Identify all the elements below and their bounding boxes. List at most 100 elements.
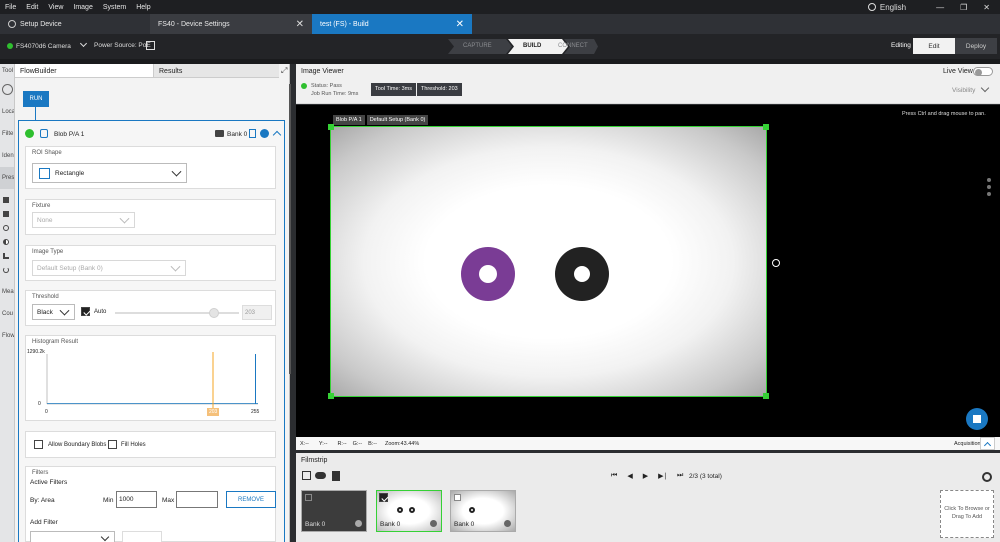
gear-icon[interactable] [982,472,992,482]
coord-g: G:-- [352,440,363,447]
roi-handle[interactable] [763,124,769,130]
close-tab-icon[interactable]: ✕ [296,19,304,30]
menu-view[interactable]: View [43,4,68,11]
palette-tools[interactable]: Tool [0,64,14,78]
threshold-value-field[interactable]: 203 [242,305,272,320]
panel-tab-results[interactable]: Results [153,64,279,78]
save-icon[interactable] [146,41,155,50]
visibility-label[interactable]: Visibility [952,87,975,94]
roi-handle[interactable] [328,393,334,399]
info-icon[interactable] [504,520,511,527]
max-input[interactable] [176,491,218,508]
live-view-toggle[interactable] [973,67,993,76]
trash-icon[interactable] [332,471,340,481]
chevron-down-icon [100,532,110,542]
threshold-slider[interactable] [115,308,239,318]
close-tab-icon[interactable]: ✕ [456,19,464,30]
document-icon[interactable] [249,129,256,138]
tab-bar: Setup Device FS40 - Device Settings ✕ te… [0,14,1000,34]
first-frame-icon[interactable]: ⏮ [611,472,617,480]
step-build[interactable]: BUILD [523,43,541,49]
acquisition-label[interactable]: Acquisition [954,441,981,447]
palette-contrast-icon[interactable] [3,239,9,245]
menu-system[interactable]: System [98,4,131,11]
save-image-icon[interactable] [302,471,311,480]
next-frame-icon[interactable]: ▶∣ [658,472,667,480]
close-icon[interactable]: ✕ [983,3,990,12]
tool-name[interactable]: Blob P/A 1 [54,131,84,138]
thumb-checkbox[interactable] [305,494,312,501]
palette-search-icon[interactable] [2,84,13,95]
image-type-dropdown[interactable]: Default Setup (Bank 0) [32,260,186,276]
play-icon[interactable]: ▶ [643,472,648,480]
threshold-mode-dropdown[interactable]: Black [32,304,75,320]
panel-tab-flowbuilder[interactable]: FlowBuilder [15,64,153,78]
palette-presence[interactable]: Pres [0,167,14,189]
slider-handle[interactable] [208,308,219,318]
step-capture[interactable]: CAPTURE [463,43,492,49]
fill-holes-checkbox[interactable] [108,440,117,449]
palette-locate[interactable]: Loca [0,101,14,123]
palette-grid-icon[interactable] [3,211,9,217]
rotate-handle-icon[interactable] [772,259,780,267]
language-selector[interactable]: English [867,3,906,12]
chevron-down-icon[interactable] [980,83,990,93]
allow-boundary-checkbox[interactable] [34,440,43,449]
tab-build[interactable]: test (FS) - Build ✕ [312,14,472,34]
menu-help[interactable]: Help [131,4,155,11]
roi-shape-dropdown[interactable]: Rectangle [32,163,187,183]
prev-frame-icon[interactable]: ◀ [627,472,632,480]
thumbnail-selected[interactable]: Bank 0 [376,490,442,532]
add-image-fab[interactable] [966,408,988,430]
chevron-up-icon[interactable] [272,130,282,140]
roi-handle[interactable] [328,124,334,130]
info-icon[interactable] [355,520,362,527]
roi-handle[interactable] [763,393,769,399]
acquisition-toggle[interactable] [980,437,995,450]
tool-time-badge: Tool Time: 3ms [371,83,416,96]
restore-icon[interactable]: ❐ [960,3,967,12]
tab-setup-device[interactable]: Setup Device [0,14,150,34]
panel-scrollbar[interactable] [289,84,291,374]
upload-cloud-icon[interactable] [315,472,326,479]
last-frame-icon[interactable]: ⏭ [677,472,683,480]
palette-settings-icon[interactable] [3,225,9,231]
delete-circle-icon[interactable] [260,129,269,138]
edit-button[interactable]: Edit [913,38,955,54]
roi-rectangle[interactable] [328,124,769,399]
minimize-icon[interactable]: — [936,3,944,12]
allow-boundary-label: Allow Boundary Blobs [48,442,107,448]
camera-selector[interactable]: FS4070d6 Camera [16,39,87,50]
min-input[interactable]: 1000 [116,491,157,508]
blob-options-section: Allow Boundary Blobs Fill Holes [25,431,276,458]
run-button[interactable]: RUN [23,91,49,107]
add-image-dropzone[interactable]: Click To Browse or Drag To Add [940,490,994,538]
image-canvas[interactable]: Press Ctrl and drag mouse to pan. Blob P… [296,105,1000,437]
auto-checkbox[interactable] [81,307,90,316]
add-filter-dropdown[interactable] [30,531,115,542]
menu-image[interactable]: Image [68,4,97,11]
menu-file[interactable]: File [0,4,21,11]
palette-chart-icon[interactable] [3,253,9,259]
info-icon[interactable] [430,520,437,527]
step-connect[interactable]: CONNECT [558,43,588,49]
menu-edit[interactable]: Edit [21,4,43,11]
thumb-checkbox[interactable] [379,493,388,502]
collapse-panel-icon[interactable]: ⤢ [281,66,287,76]
fixture-dropdown[interactable]: None [32,212,135,228]
thumb-checkbox[interactable] [454,494,461,501]
palette-refresh-icon[interactable] [3,267,9,273]
thumbnail[interactable]: Bank 0 [450,490,516,532]
thumbnail[interactable]: Bank 0 [301,490,367,532]
palette-count[interactable]: Cou [0,303,14,325]
palette-flow[interactable]: Flow [0,325,14,347]
more-options-icon[interactable] [987,178,991,196]
deploy-button[interactable]: Deploy [955,38,997,54]
palette-filter[interactable]: Filte [0,123,14,145]
remove-filter-button[interactable]: REMOVE [226,491,276,508]
tab-device-settings[interactable]: FS40 - Device Settings ✕ [150,14,312,34]
palette-measure[interactable]: Mea [0,281,14,303]
palette-grid-icon[interactable] [3,197,9,203]
add-filter-button[interactable] [122,531,162,542]
palette-identify[interactable]: Iden [0,145,14,167]
